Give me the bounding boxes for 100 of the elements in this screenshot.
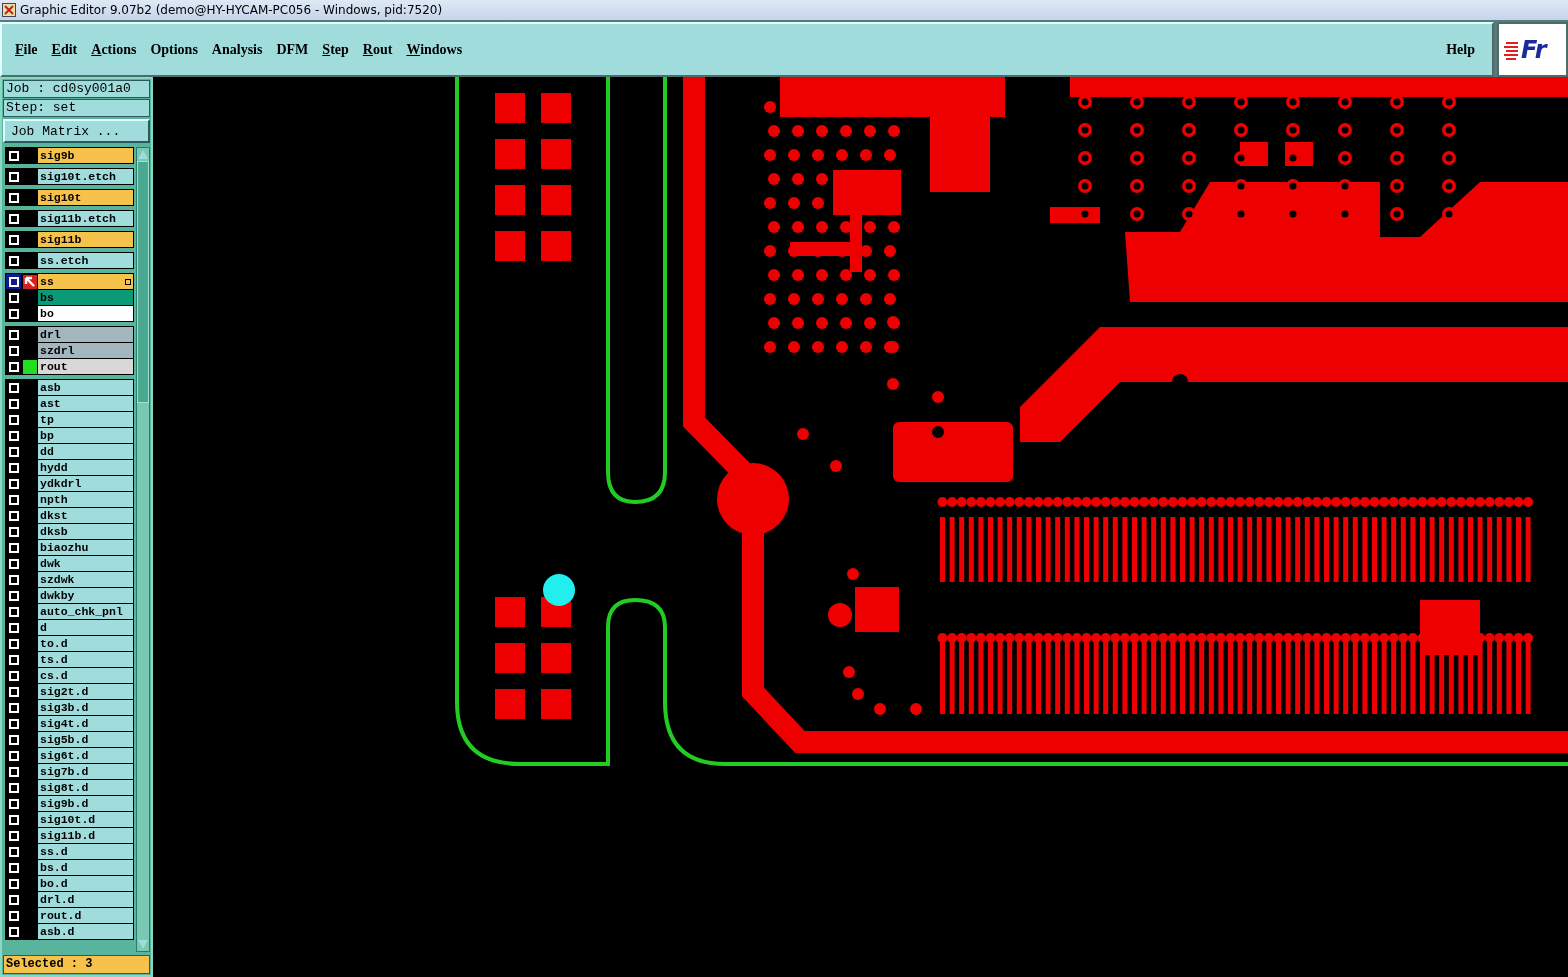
layer-checkbox[interactable]: [6, 359, 21, 374]
layer-name[interactable]: auto_chk_pnl: [38, 604, 133, 619]
layer-name[interactable]: cs.d: [38, 668, 133, 683]
layer-name[interactable]: ast: [38, 396, 133, 411]
menu-item[interactable]: DFM: [269, 41, 316, 58]
layer-name[interactable]: drl: [38, 327, 133, 342]
layer-name[interactable]: npth: [38, 492, 133, 507]
layer-name[interactable]: sig10t: [38, 190, 133, 205]
layer-checkbox[interactable]: [6, 572, 21, 587]
layer-checkbox[interactable]: [6, 892, 21, 907]
layer-name[interactable]: rout.d: [38, 908, 133, 923]
layer-name[interactable]: szdrl: [38, 343, 133, 358]
layer-name[interactable]: dd: [38, 444, 133, 459]
layer-name[interactable]: to.d: [38, 636, 133, 651]
layer-checkbox[interactable]: [6, 844, 21, 859]
layer-name[interactable]: tp: [38, 412, 133, 427]
layer-name[interactable]: sig5b.d: [38, 732, 133, 747]
layer-name[interactable]: dwkby: [38, 588, 133, 603]
layer-name[interactable]: bo.d: [38, 876, 133, 891]
layer-name[interactable]: hydd: [38, 460, 133, 475]
menu-item[interactable]: Options: [143, 41, 205, 58]
layer-name[interactable]: sig9b.d: [38, 796, 133, 811]
scroll-thumb[interactable]: [137, 161, 149, 403]
layer-checkbox[interactable]: [6, 327, 21, 342]
layer-checkbox[interactable]: [6, 780, 21, 795]
layer-checkbox[interactable]: [6, 460, 21, 475]
layer-name[interactable]: d: [38, 620, 133, 635]
layer-checkbox[interactable]: [6, 556, 21, 571]
layer-checkbox[interactable]: [6, 796, 21, 811]
layer-checkbox[interactable]: [6, 492, 21, 507]
layer-name[interactable]: asb: [38, 380, 133, 395]
layer-name[interactable]: sig11b.d: [38, 828, 133, 843]
layer-checkbox[interactable]: [6, 274, 21, 289]
layer-checkbox[interactable]: [6, 524, 21, 539]
layer-checkbox[interactable]: [6, 290, 21, 305]
layer-checkbox[interactable]: [6, 412, 21, 427]
layer-checkbox[interactable]: [6, 396, 21, 411]
layer-name[interactable]: sig11b.etch: [38, 211, 133, 226]
layer-checkbox[interactable]: [6, 652, 21, 667]
layer-name[interactable]: bs.d: [38, 860, 133, 875]
layer-checkbox[interactable]: [6, 636, 21, 651]
layer-name[interactable]: sig4t.d: [38, 716, 133, 731]
scrollbar[interactable]: [136, 147, 150, 952]
layer-name[interactable]: bs: [38, 290, 133, 305]
layer-name[interactable]: dkst: [38, 508, 133, 523]
layer-name[interactable]: drl.d: [38, 892, 133, 907]
layer-name[interactable]: ss.d: [38, 844, 133, 859]
layer-checkbox[interactable]: [6, 684, 21, 699]
layer-checkbox[interactable]: [6, 668, 21, 683]
layer-name[interactable]: sig2t.d: [38, 684, 133, 699]
job-matrix-button[interactable]: Job Matrix ...: [3, 119, 150, 143]
menu-item[interactable]: Rout: [355, 41, 400, 58]
layer-checkbox[interactable]: [6, 232, 21, 247]
layer-name[interactable]: sig9b: [38, 148, 133, 163]
layer-name[interactable]: sig8t.d: [38, 780, 133, 795]
layer-name[interactable]: sig10t.etch: [38, 169, 133, 184]
layer-name[interactable]: bo: [38, 306, 133, 321]
layer-checkbox[interactable]: [6, 924, 21, 939]
layer-checkbox[interactable]: [6, 716, 21, 731]
layer-name[interactable]: rout: [38, 359, 133, 374]
layer-name[interactable]: sig11b: [38, 232, 133, 247]
help-menu[interactable]: Help: [1439, 41, 1482, 58]
layer-checkbox[interactable]: [6, 748, 21, 763]
layer-checkbox[interactable]: [6, 540, 21, 555]
layer-name[interactable]: ydkdrl: [38, 476, 133, 491]
layer-checkbox[interactable]: [6, 812, 21, 827]
layer-checkbox[interactable]: [6, 253, 21, 268]
layer-name[interactable]: dwk: [38, 556, 133, 571]
layer-checkbox[interactable]: [6, 876, 21, 891]
layer-name[interactable]: ss: [38, 274, 133, 289]
layer-checkbox[interactable]: [6, 588, 21, 603]
layer-name[interactable]: bp: [38, 428, 133, 443]
layer-name[interactable]: ss.etch: [38, 253, 133, 268]
layer-checkbox[interactable]: [6, 148, 21, 163]
menu-item[interactable]: Step: [315, 41, 356, 58]
layer-checkbox[interactable]: [6, 620, 21, 635]
layer-name[interactable]: ts.d: [38, 652, 133, 667]
menu-item[interactable]: Analysis: [204, 41, 270, 58]
layer-name[interactable]: sig10t.d: [38, 812, 133, 827]
layer-name[interactable]: dksb: [38, 524, 133, 539]
layer-checkbox[interactable]: [6, 764, 21, 779]
layer-checkbox[interactable]: [6, 828, 21, 843]
layer-name[interactable]: biaozhu: [38, 540, 133, 555]
layer-checkbox[interactable]: [6, 908, 21, 923]
layer-checkbox[interactable]: [6, 700, 21, 715]
layer-checkbox[interactable]: [6, 476, 21, 491]
menu-item[interactable]: Windows: [399, 41, 470, 58]
layer-checkbox[interactable]: [6, 428, 21, 443]
layer-checkbox[interactable]: [6, 190, 21, 205]
layer-checkbox[interactable]: [6, 343, 21, 358]
layer-checkbox[interactable]: [6, 508, 21, 523]
layer-checkbox[interactable]: [6, 732, 21, 747]
layer-name[interactable]: sig3b.d: [38, 700, 133, 715]
layer-checkbox[interactable]: [6, 604, 21, 619]
layer-name[interactable]: szdwk: [38, 572, 133, 587]
layer-name[interactable]: asb.d: [38, 924, 133, 939]
layer-checkbox[interactable]: [6, 444, 21, 459]
menu-item[interactable]: File: [8, 41, 45, 58]
layer-name[interactable]: sig6t.d: [38, 748, 133, 763]
layer-checkbox[interactable]: [6, 860, 21, 875]
